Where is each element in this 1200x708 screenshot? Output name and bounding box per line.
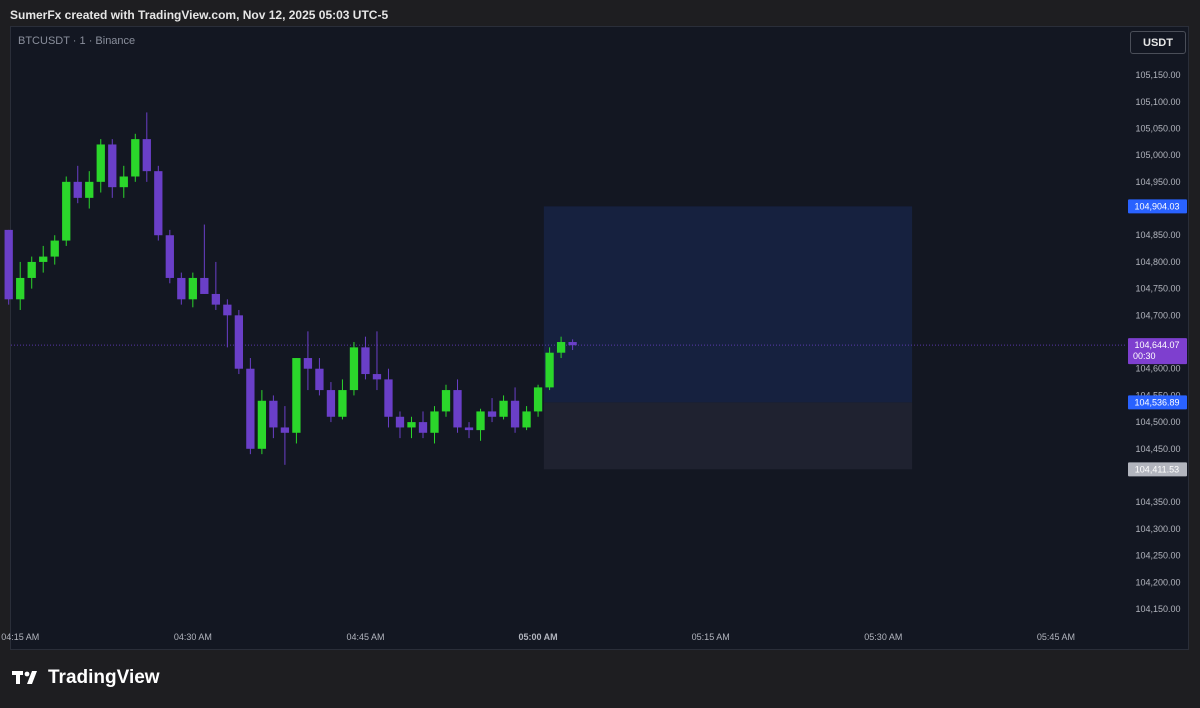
- candle-body[interactable]: [292, 358, 301, 433]
- y-tick-label: 105,150.00: [1135, 70, 1180, 80]
- y-tick-label: 104,600.00: [1135, 364, 1180, 374]
- candlestick-chart[interactable]: 105,200.00105,150.00105,100.00105,050.00…: [0, 0, 1200, 708]
- y-tick-label: 104,950.00: [1135, 177, 1180, 187]
- y-tick-label: 105,000.00: [1135, 150, 1180, 160]
- y-tick-label: 104,500.00: [1135, 417, 1180, 427]
- y-tick-label: 104,350.00: [1135, 497, 1180, 507]
- x-tick-label: 05:45 AM: [1037, 632, 1075, 642]
- candle-body[interactable]: [315, 368, 324, 391]
- candle-body[interactable]: [418, 422, 428, 433]
- candle-body[interactable]: [188, 277, 197, 300]
- y-tick-label: 105,100.00: [1135, 97, 1180, 107]
- candle-body[interactable]: [487, 411, 497, 417]
- x-tick-label: 04:15 AM: [1, 632, 39, 642]
- candle-body[interactable]: [257, 400, 267, 449]
- candle-body[interactable]: [464, 427, 474, 431]
- x-tick-label: 05:00 AM: [518, 632, 557, 642]
- candle-body[interactable]: [476, 411, 485, 431]
- y-tick-label: 104,150.00: [1135, 604, 1180, 614]
- candle-body[interactable]: [568, 342, 577, 346]
- x-tick-label: 04:45 AM: [346, 632, 384, 642]
- candle-body[interactable]: [200, 277, 209, 294]
- candle-body[interactable]: [395, 416, 405, 428]
- target-zone[interactable]: [543, 206, 913, 403]
- currency-button[interactable]: USDT: [1130, 31, 1186, 54]
- x-tick-label: 05:30 AM: [864, 632, 902, 642]
- symbol-legend[interactable]: BTCUSDT · 1 · Binance: [18, 35, 135, 47]
- candle-body[interactable]: [211, 293, 220, 305]
- candle-body[interactable]: [62, 181, 71, 241]
- y-tick-label: 105,050.00: [1135, 123, 1180, 133]
- x-tick-label: 04:30 AM: [174, 632, 212, 642]
- candle-body[interactable]: [142, 139, 151, 172]
- y-tick-label: 104,800.00: [1135, 257, 1180, 267]
- candle-body[interactable]: [96, 144, 105, 182]
- candle-body[interactable]: [441, 390, 451, 412]
- candle-body[interactable]: [407, 422, 416, 428]
- candle-body[interactable]: [545, 352, 554, 388]
- candle-body[interactable]: [499, 400, 508, 417]
- candle-body[interactable]: [39, 256, 48, 262]
- y-tick-label: 104,200.00: [1135, 577, 1180, 587]
- y-tick-label: 104,750.00: [1135, 284, 1180, 294]
- candle-body[interactable]: [430, 411, 439, 433]
- price-tag-label: 104,536.89: [1134, 397, 1179, 407]
- candle-body[interactable]: [349, 347, 359, 391]
- candle-body[interactable]: [453, 390, 462, 428]
- candle-body[interactable]: [119, 176, 128, 188]
- y-tick-label: 104,700.00: [1135, 310, 1180, 320]
- candle-body[interactable]: [384, 379, 393, 417]
- x-tick-label: 05:15 AM: [692, 632, 730, 642]
- candle-body[interactable]: [4, 229, 13, 300]
- candle-body[interactable]: [269, 400, 278, 428]
- candle-body[interactable]: [85, 181, 94, 198]
- y-tick-label: 104,300.00: [1135, 524, 1180, 534]
- price-tag-label: 104,904.03: [1134, 201, 1179, 211]
- tradingview-logo[interactable]: TradingView: [12, 667, 160, 689]
- y-tick-label: 104,250.00: [1135, 551, 1180, 561]
- tradingview-logo-icon: [12, 671, 37, 684]
- candle-body[interactable]: [533, 387, 543, 412]
- candle-body[interactable]: [73, 181, 82, 198]
- candle-body[interactable]: [280, 427, 290, 433]
- candle-body[interactable]: [338, 390, 347, 417]
- candle-body[interactable]: [326, 390, 336, 417]
- candle-body[interactable]: [165, 235, 174, 278]
- candle-body[interactable]: [50, 240, 59, 257]
- candle-body[interactable]: [361, 347, 370, 375]
- price-tag-label: 104,644.07: [1134, 340, 1179, 350]
- candle-body[interactable]: [522, 411, 531, 428]
- candle-body[interactable]: [131, 139, 140, 177]
- candle-body[interactable]: [234, 315, 244, 369]
- stop-zone[interactable]: [543, 402, 913, 470]
- candle-body[interactable]: [246, 368, 255, 449]
- candle-body[interactable]: [303, 358, 313, 369]
- candle-body[interactable]: [372, 374, 382, 380]
- candle-body[interactable]: [510, 400, 520, 428]
- candle-body[interactable]: [27, 261, 36, 278]
- countdown-label: 00:30: [1133, 351, 1156, 361]
- y-tick-label: 104,450.00: [1135, 444, 1180, 454]
- candle-body[interactable]: [16, 277, 25, 300]
- price-tag-label: 104,411.53: [1135, 464, 1179, 474]
- candle-body[interactable]: [108, 144, 117, 188]
- candle-body[interactable]: [154, 171, 163, 236]
- y-tick-label: 104,850.00: [1135, 230, 1180, 240]
- candle-body[interactable]: [223, 304, 232, 316]
- candle-body[interactable]: [177, 277, 186, 300]
- logo-text: TradingView: [48, 667, 160, 688]
- candle-body[interactable]: [556, 342, 566, 353]
